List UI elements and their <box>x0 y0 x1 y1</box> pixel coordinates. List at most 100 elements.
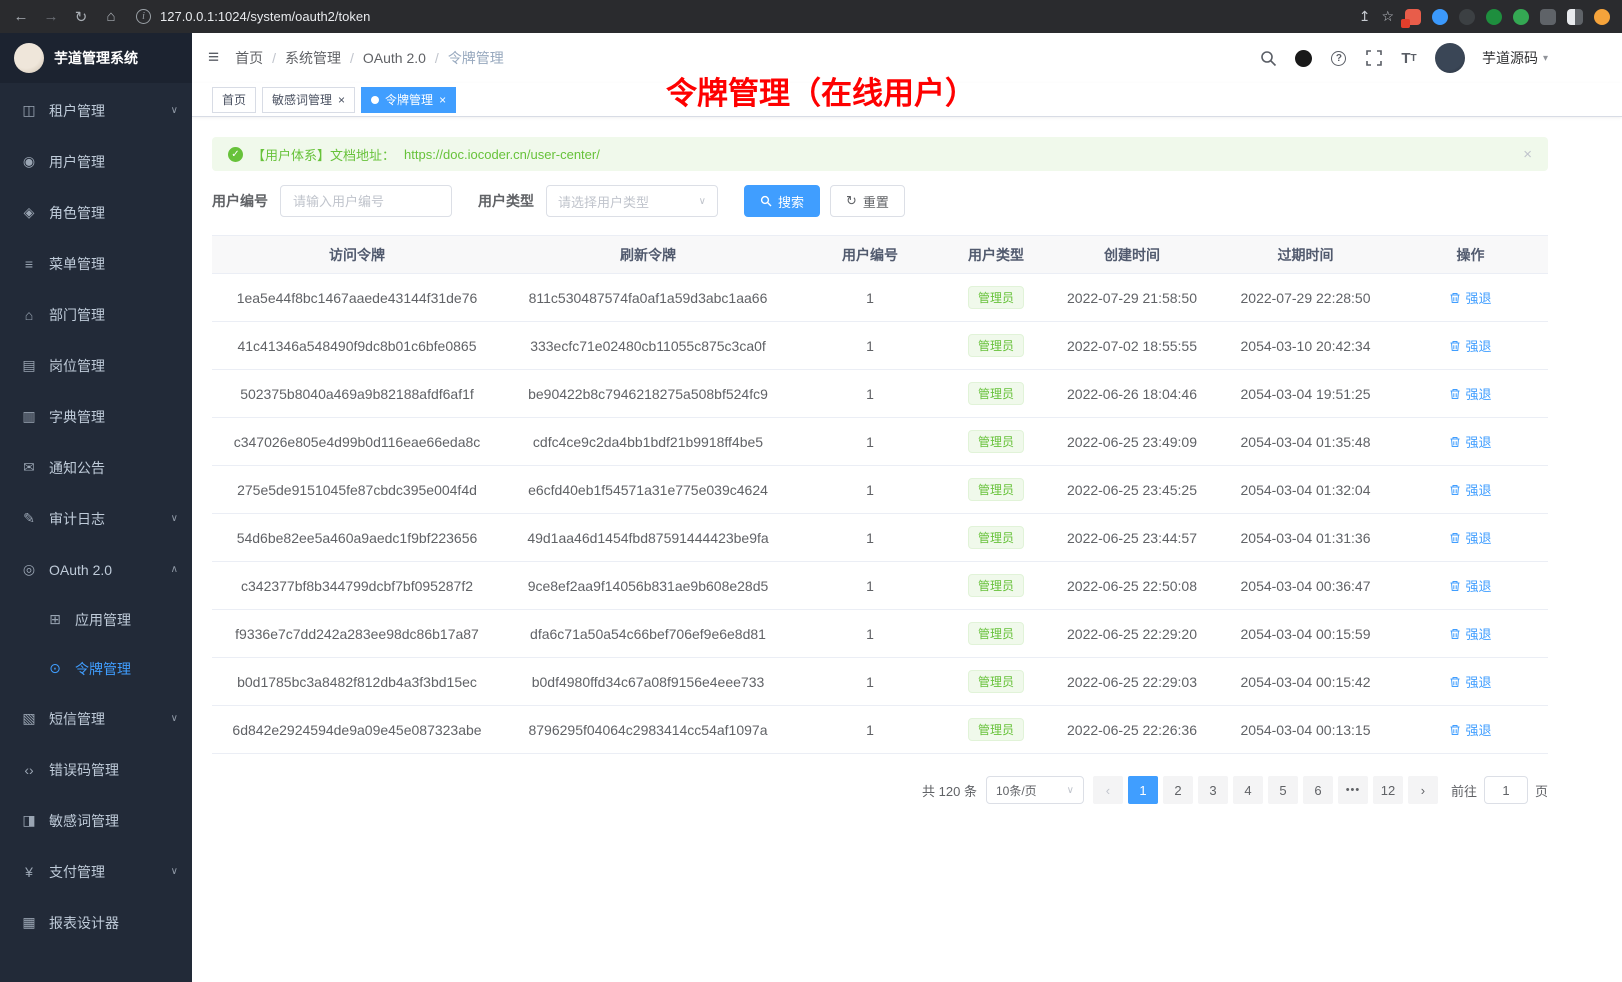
sidebar-item-menu[interactable]: ≡ 菜单管理 <box>0 238 192 289</box>
expires-value: 2054-03-04 00:15:59 <box>1218 610 1393 658</box>
force-logout-button[interactable]: 强退 <box>1449 432 1491 451</box>
breadcrumb-item[interactable]: 首页 <box>235 48 263 68</box>
extension-icon[interactable] <box>1405 9 1421 25</box>
force-logout-button[interactable]: 强退 <box>1449 576 1491 595</box>
user-id-input[interactable] <box>280 185 452 217</box>
tab-home[interactable]: 首页 <box>212 87 256 113</box>
force-logout-button[interactable]: 强退 <box>1449 288 1491 307</box>
page-size-select[interactable]: 10条/页 ∨ <box>986 776 1084 804</box>
help-icon[interactable]: ? <box>1330 49 1348 67</box>
sidebar-item-post[interactable]: ▤ 岗位管理 <box>0 340 192 391</box>
site-info-icon[interactable]: i <box>136 9 151 24</box>
forward-button[interactable]: → <box>42 8 60 25</box>
expires-value: 2022-07-29 22:28:50 <box>1218 274 1393 322</box>
extension-icon[interactable] <box>1459 9 1475 25</box>
sidebar-item-token-management[interactable]: ⊙ 令牌管理 <box>0 644 192 693</box>
sidebar-item-notice[interactable]: ✉ 通知公告 <box>0 442 192 493</box>
refresh-token-value: 9ce8ef2aa9f14056b831ae9b608e28d5 <box>502 562 794 610</box>
sidebar-item-dict[interactable]: ▥ 字典管理 <box>0 391 192 442</box>
more-pages-button[interactable]: ••• <box>1338 776 1368 804</box>
search-icon[interactable] <box>1260 49 1278 67</box>
close-icon[interactable]: × <box>439 93 446 107</box>
user-id-value: 1 <box>794 610 946 658</box>
success-check-icon: ✓ <box>228 147 243 162</box>
post-icon: ▤ <box>20 357 38 374</box>
force-logout-button[interactable]: 强退 <box>1449 720 1491 739</box>
sidebar-item-sms[interactable]: ▧ 短信管理 ∨ <box>0 693 192 744</box>
page-button[interactable]: 12 <box>1373 776 1403 804</box>
sidebar-item-app-management[interactable]: ⊞ 应用管理 <box>0 595 192 644</box>
force-logout-button[interactable]: 强退 <box>1449 336 1491 355</box>
page-button[interactable]: 3 <box>1198 776 1228 804</box>
refresh-button[interactable]: ↻ <box>72 8 90 26</box>
next-page-button[interactable]: › <box>1408 776 1438 804</box>
page-button[interactable]: 4 <box>1233 776 1263 804</box>
sidebar-item-tenant[interactable]: ◫ 租户管理 ∨ <box>0 85 192 136</box>
user-type-badge: 管理员 <box>968 430 1024 453</box>
breadcrumb-separator: / <box>272 50 276 66</box>
page-button[interactable]: 2 <box>1163 776 1193 804</box>
sidebar-item-report-designer[interactable]: ▦ 报表设计器 <box>0 897 192 948</box>
expires-value: 2054-03-10 20:42:34 <box>1218 322 1393 370</box>
url-text[interactable]: 127.0.0.1:1024/system/oauth2/token <box>160 9 370 24</box>
sidebar-item-dept[interactable]: ⌂ 部门管理 <box>0 289 192 340</box>
tab-sensitive-word[interactable]: 敏感词管理 × <box>262 87 355 113</box>
extension-icon[interactable] <box>1540 9 1556 25</box>
sidebar-item-audit-log[interactable]: ✎ 审计日志 ∨ <box>0 493 192 544</box>
close-icon[interactable]: × <box>1523 146 1532 163</box>
sidebar-item-sensitive-word[interactable]: ◨ 敏感词管理 <box>0 795 192 846</box>
reset-button[interactable]: ↻ 重置 <box>830 185 905 217</box>
goto-page-input[interactable] <box>1484 776 1528 804</box>
sidebar-toggle-button[interactable]: ≡ <box>208 47 219 69</box>
doc-link[interactable]: https://doc.iocoder.cn/user-center/ <box>404 147 600 162</box>
created-value: 2022-06-25 22:29:20 <box>1046 610 1218 658</box>
sidebar-item-role[interactable]: ◈ 角色管理 <box>0 187 192 238</box>
extension-badge <box>1401 19 1410 28</box>
app-logo[interactable]: 芋道管理系统 <box>0 33 192 83</box>
breadcrumb-item[interactable]: OAuth 2.0 <box>363 50 426 66</box>
page-button[interactable]: 1 <box>1128 776 1158 804</box>
force-logout-button[interactable]: 强退 <box>1449 384 1491 403</box>
sidebar-item-payment[interactable]: ¥ 支付管理 ∨ <box>0 846 192 897</box>
sidebar-item-error-code[interactable]: ‹› 错误码管理 <box>0 744 192 795</box>
sms-icon: ▧ <box>20 710 38 727</box>
close-icon[interactable]: × <box>338 93 345 107</box>
prev-page-button[interactable]: ‹ <box>1093 776 1123 804</box>
home-button[interactable]: ⌂ <box>102 8 120 25</box>
fullscreen-icon[interactable] <box>1365 49 1383 67</box>
user-avatar[interactable] <box>1435 43 1465 73</box>
user-menu[interactable]: 芋道源码 ▾ <box>1482 48 1548 68</box>
page-content: ✓ 【用户体系】文档地址： https://doc.iocoder.cn/use… <box>192 117 1622 982</box>
breadcrumb-item[interactable]: 系统管理 <box>285 48 341 68</box>
force-logout-button[interactable]: 强退 <box>1449 528 1491 547</box>
force-logout-button[interactable]: 强退 <box>1449 480 1491 499</box>
font-size-icon[interactable]: TT <box>1400 49 1418 67</box>
table-row: 1ea5e44f8bc1467aaede43144f31de76 811c530… <box>212 274 1548 322</box>
share-icon[interactable]: ↥ <box>1359 8 1371 25</box>
chevron-down-icon: ∨ <box>699 196 706 207</box>
tab-token-management[interactable]: 令牌管理 × <box>361 87 456 113</box>
extension-icon[interactable] <box>1432 9 1448 25</box>
breadcrumb-current: 令牌管理 <box>448 48 504 68</box>
sidebar-item-user[interactable]: ◉ 用户管理 <box>0 136 192 187</box>
extension-icon[interactable] <box>1567 9 1583 25</box>
refresh-token-value: 811c530487574fa0af1a59d3abc1aa66 <box>502 274 794 322</box>
page-button[interactable]: 6 <box>1303 776 1333 804</box>
main-area: ≡ 首页 / 系统管理 / OAuth 2.0 / 令牌管理 ? TT <box>192 33 1622 982</box>
table-row: 54d6be82ee5a460a9aedc1f9bf223656 49d1aa4… <box>212 514 1548 562</box>
page-button[interactable]: 5 <box>1268 776 1298 804</box>
github-icon[interactable] <box>1295 49 1313 67</box>
search-button[interactable]: 搜索 <box>744 185 820 217</box>
created-value: 2022-07-02 18:55:55 <box>1046 322 1218 370</box>
sidebar-item-oauth[interactable]: ◎ OAuth 2.0 ∧ <box>0 544 192 595</box>
force-logout-button[interactable]: 强退 <box>1449 624 1491 643</box>
user-type-select[interactable]: 请选择用户类型 ∨ <box>546 185 718 217</box>
table-row: 41c41346a548490f9dc8b01c6bfe0865 333ecfc… <box>212 322 1548 370</box>
back-button[interactable]: ← <box>12 8 30 25</box>
force-logout-button[interactable]: 强退 <box>1449 672 1491 691</box>
browser-profile-avatar[interactable] <box>1594 9 1610 25</box>
address-bar[interactable]: i 127.0.0.1:1024/system/oauth2/token <box>132 9 1347 24</box>
bookmark-star-icon[interactable]: ☆ <box>1381 8 1394 25</box>
extension-icon[interactable] <box>1513 9 1529 25</box>
extension-icon[interactable] <box>1486 9 1502 25</box>
